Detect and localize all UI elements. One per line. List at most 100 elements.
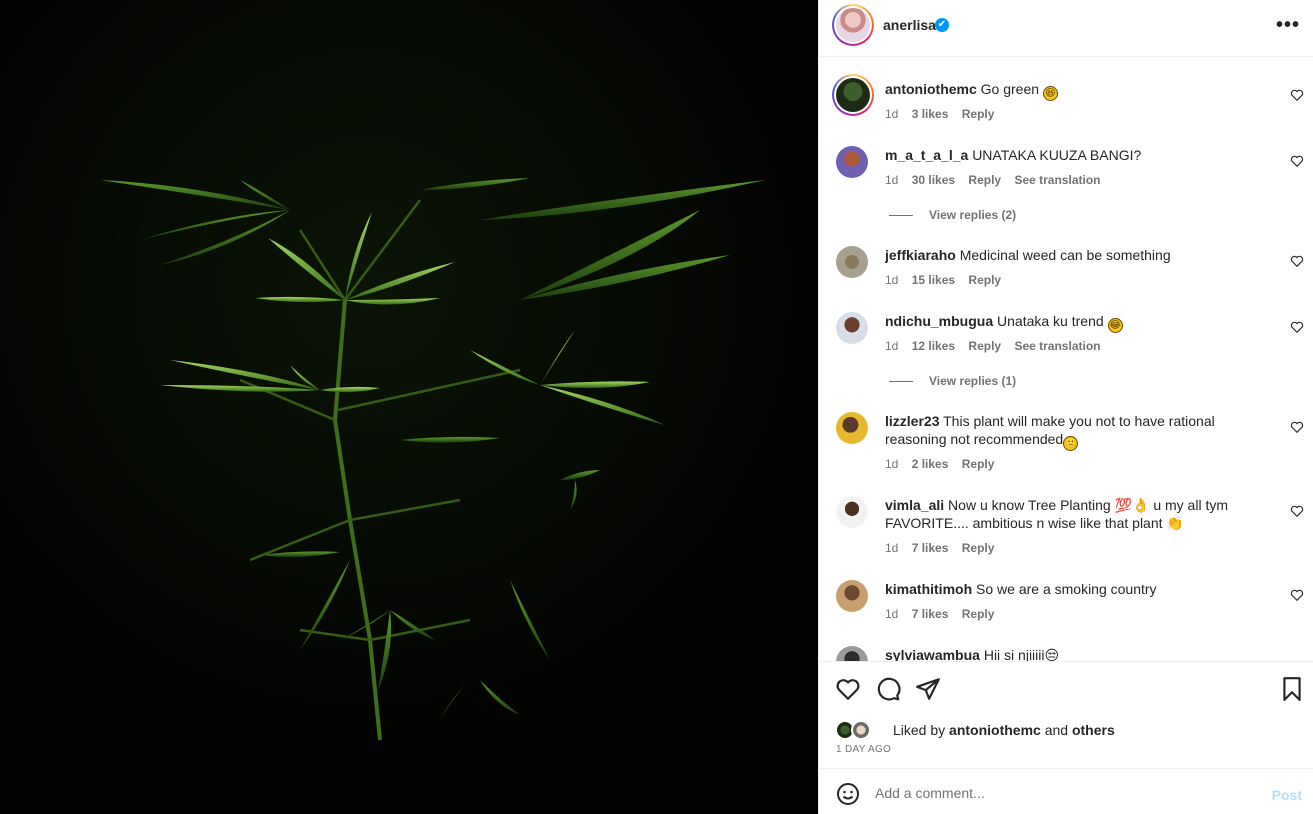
liked-by-summary: Liked by antoniothemc and others — [835, 719, 1295, 741]
view-replies-label: View replies (1) — [929, 374, 1017, 388]
comment-username[interactable]: kimathitimoh — [885, 581, 972, 597]
reply-button[interactable]: Reply — [962, 607, 995, 621]
comment-username[interactable]: sylviawambua — [885, 647, 980, 661]
comment-time: 1d — [885, 339, 899, 353]
comment-body: Hii si njiiiii😒 — [983, 647, 1060, 661]
post-actions: Liked by antoniothemc and others 1 DAY A… — [819, 661, 1313, 768]
post-side-panel: anerlisa ✔ ••• antoniothemc Go green 😆 1… — [818, 0, 1313, 814]
commenter-avatar[interactable] — [836, 246, 868, 278]
comment-time: 1d — [885, 173, 899, 187]
see-translation-button[interactable]: See translation — [1014, 339, 1100, 353]
commenter-avatar[interactable] — [836, 312, 868, 344]
comment-body: Go green — [980, 81, 1040, 97]
comment-time: 1d — [885, 273, 899, 287]
comment-likes[interactable]: 3 likes — [912, 107, 949, 121]
reply-button[interactable]: Reply — [962, 457, 995, 471]
comment-username[interactable]: m_a_t_a_l_a — [885, 147, 968, 163]
comment-username[interactable]: ndichu_mbugua — [885, 313, 993, 329]
reply-button[interactable]: Reply — [968, 273, 1001, 287]
heart-icon[interactable] — [1290, 154, 1304, 168]
comment-likes[interactable]: 2 likes — [912, 457, 949, 471]
heart-icon[interactable] — [835, 676, 861, 702]
comment-text: antoniothemc Go green 😆 — [885, 80, 1245, 101]
heart-icon[interactable] — [1290, 588, 1304, 602]
verified-icon: ✔ — [935, 18, 949, 32]
heart-icon[interactable] — [1290, 320, 1304, 334]
commenter-avatar[interactable] — [836, 580, 868, 612]
others-link[interactable]: others — [1072, 722, 1115, 738]
comment-body: Unataka ku trend — [997, 313, 1104, 329]
more-options-button[interactable]: ••• — [1276, 14, 1300, 37]
comment-meta: 1d 7 likes Reply — [885, 607, 1004, 621]
comment-body: Medicinal weed can be something — [959, 247, 1171, 263]
comment-time: 1d — [885, 607, 899, 621]
commenter-avatar[interactable] — [836, 496, 868, 528]
divider-line — [889, 381, 913, 383]
comment-likes[interactable]: 30 likes — [912, 173, 955, 187]
heart-icon[interactable] — [1290, 254, 1304, 268]
reply-button[interactable]: Reply — [962, 541, 995, 555]
comments-list[interactable]: antoniothemc Go green 😆 1d 3 likes Reply… — [819, 58, 1313, 661]
commenter-avatar[interactable] — [836, 646, 868, 661]
comment-input[interactable] — [875, 781, 1255, 805]
post-comment-button[interactable]: Post — [1272, 787, 1302, 803]
post-modal: anerlisa ✔ ••• antoniothemc Go green 😆 1… — [0, 0, 1313, 814]
comment-time: 1d — [885, 457, 899, 471]
heart-icon[interactable] — [1290, 504, 1304, 518]
comment-time: 1d — [885, 541, 899, 555]
author-avatar[interactable] — [832, 4, 874, 46]
cannabis-plant-image — [0, 0, 818, 814]
share-icon[interactable] — [915, 676, 941, 702]
grinning-emoji-icon: 😆 — [1042, 86, 1058, 101]
comment-username[interactable]: lizzler23 — [885, 413, 939, 429]
comment-body: So we are a smoking country — [976, 581, 1157, 597]
divider-line — [889, 215, 913, 217]
comment-text: kimathitimoh So we are a smoking country — [885, 580, 1245, 598]
comment-body: UNATAKA KUUZA BANGI? — [972, 147, 1142, 163]
post-header: anerlisa ✔ ••• — [819, 0, 1313, 57]
comment-meta: 1d 7 likes Reply — [885, 541, 1004, 555]
heart-icon[interactable] — [1290, 88, 1304, 102]
author-username[interactable]: anerlisa — [883, 17, 936, 33]
view-replies-button[interactable]: View replies (1) — [889, 374, 1016, 388]
comment-likes[interactable]: 15 likes — [912, 273, 955, 287]
frowning-emoji-icon: 🙁 — [1063, 436, 1079, 451]
see-translation-button[interactable]: See translation — [1014, 173, 1100, 187]
heart-icon[interactable] — [1290, 420, 1304, 434]
comment-meta: 1d 12 likes Reply See translation — [885, 339, 1110, 353]
comment-likes[interactable]: 7 likes — [912, 541, 949, 555]
comment-meta: 1d 15 likes Reply — [885, 273, 1011, 287]
liker-username[interactable]: antoniothemc — [949, 722, 1041, 738]
comment-meta: 1d 30 likes Reply See translation — [885, 173, 1110, 187]
comment-text: lizzler23 This plant will make you not t… — [885, 412, 1245, 451]
comment-composer: Post — [819, 768, 1313, 814]
liker-avatar[interactable] — [851, 720, 871, 740]
commenter-avatar[interactable] — [836, 146, 868, 178]
comment-username[interactable]: vimla_ali — [885, 497, 944, 513]
post-timestamp[interactable]: 1 DAY AGO — [836, 744, 891, 755]
comment-text: jeffkiaraho Medicinal weed can be someth… — [885, 246, 1245, 264]
reply-button[interactable]: Reply — [962, 107, 995, 121]
reply-button[interactable]: Reply — [968, 173, 1001, 187]
liked-by-label: Liked by — [893, 722, 946, 738]
view-replies-button[interactable]: View replies (2) — [889, 208, 1016, 222]
emoji-icon[interactable] — [836, 782, 860, 806]
and-label: and — [1044, 722, 1069, 738]
comment-likes[interactable]: 7 likes — [912, 607, 949, 621]
comment-username[interactable]: jeffkiaraho — [885, 247, 956, 263]
commenter-avatar[interactable] — [832, 74, 874, 116]
comment-icon[interactable] — [875, 676, 901, 702]
comment-meta: 1d 2 likes Reply — [885, 457, 1004, 471]
comment-username[interactable]: antoniothemc — [885, 81, 977, 97]
comment-meta: 1d 3 likes Reply — [885, 107, 1004, 121]
comment-text: m_a_t_a_l_a UNATAKA KUUZA BANGI? — [885, 146, 1245, 164]
post-photo[interactable] — [0, 0, 818, 814]
laughing-emoji-icon: 😂 — [1107, 318, 1123, 333]
comment-time: 1d — [885, 107, 899, 121]
commenter-avatar[interactable] — [836, 412, 868, 444]
liked-by-text: Liked by antoniothemc and others — [893, 722, 1115, 738]
comment-likes[interactable]: 12 likes — [912, 339, 955, 353]
bookmark-icon[interactable] — [1279, 676, 1305, 702]
view-replies-label: View replies (2) — [929, 208, 1017, 222]
reply-button[interactable]: Reply — [968, 339, 1001, 353]
